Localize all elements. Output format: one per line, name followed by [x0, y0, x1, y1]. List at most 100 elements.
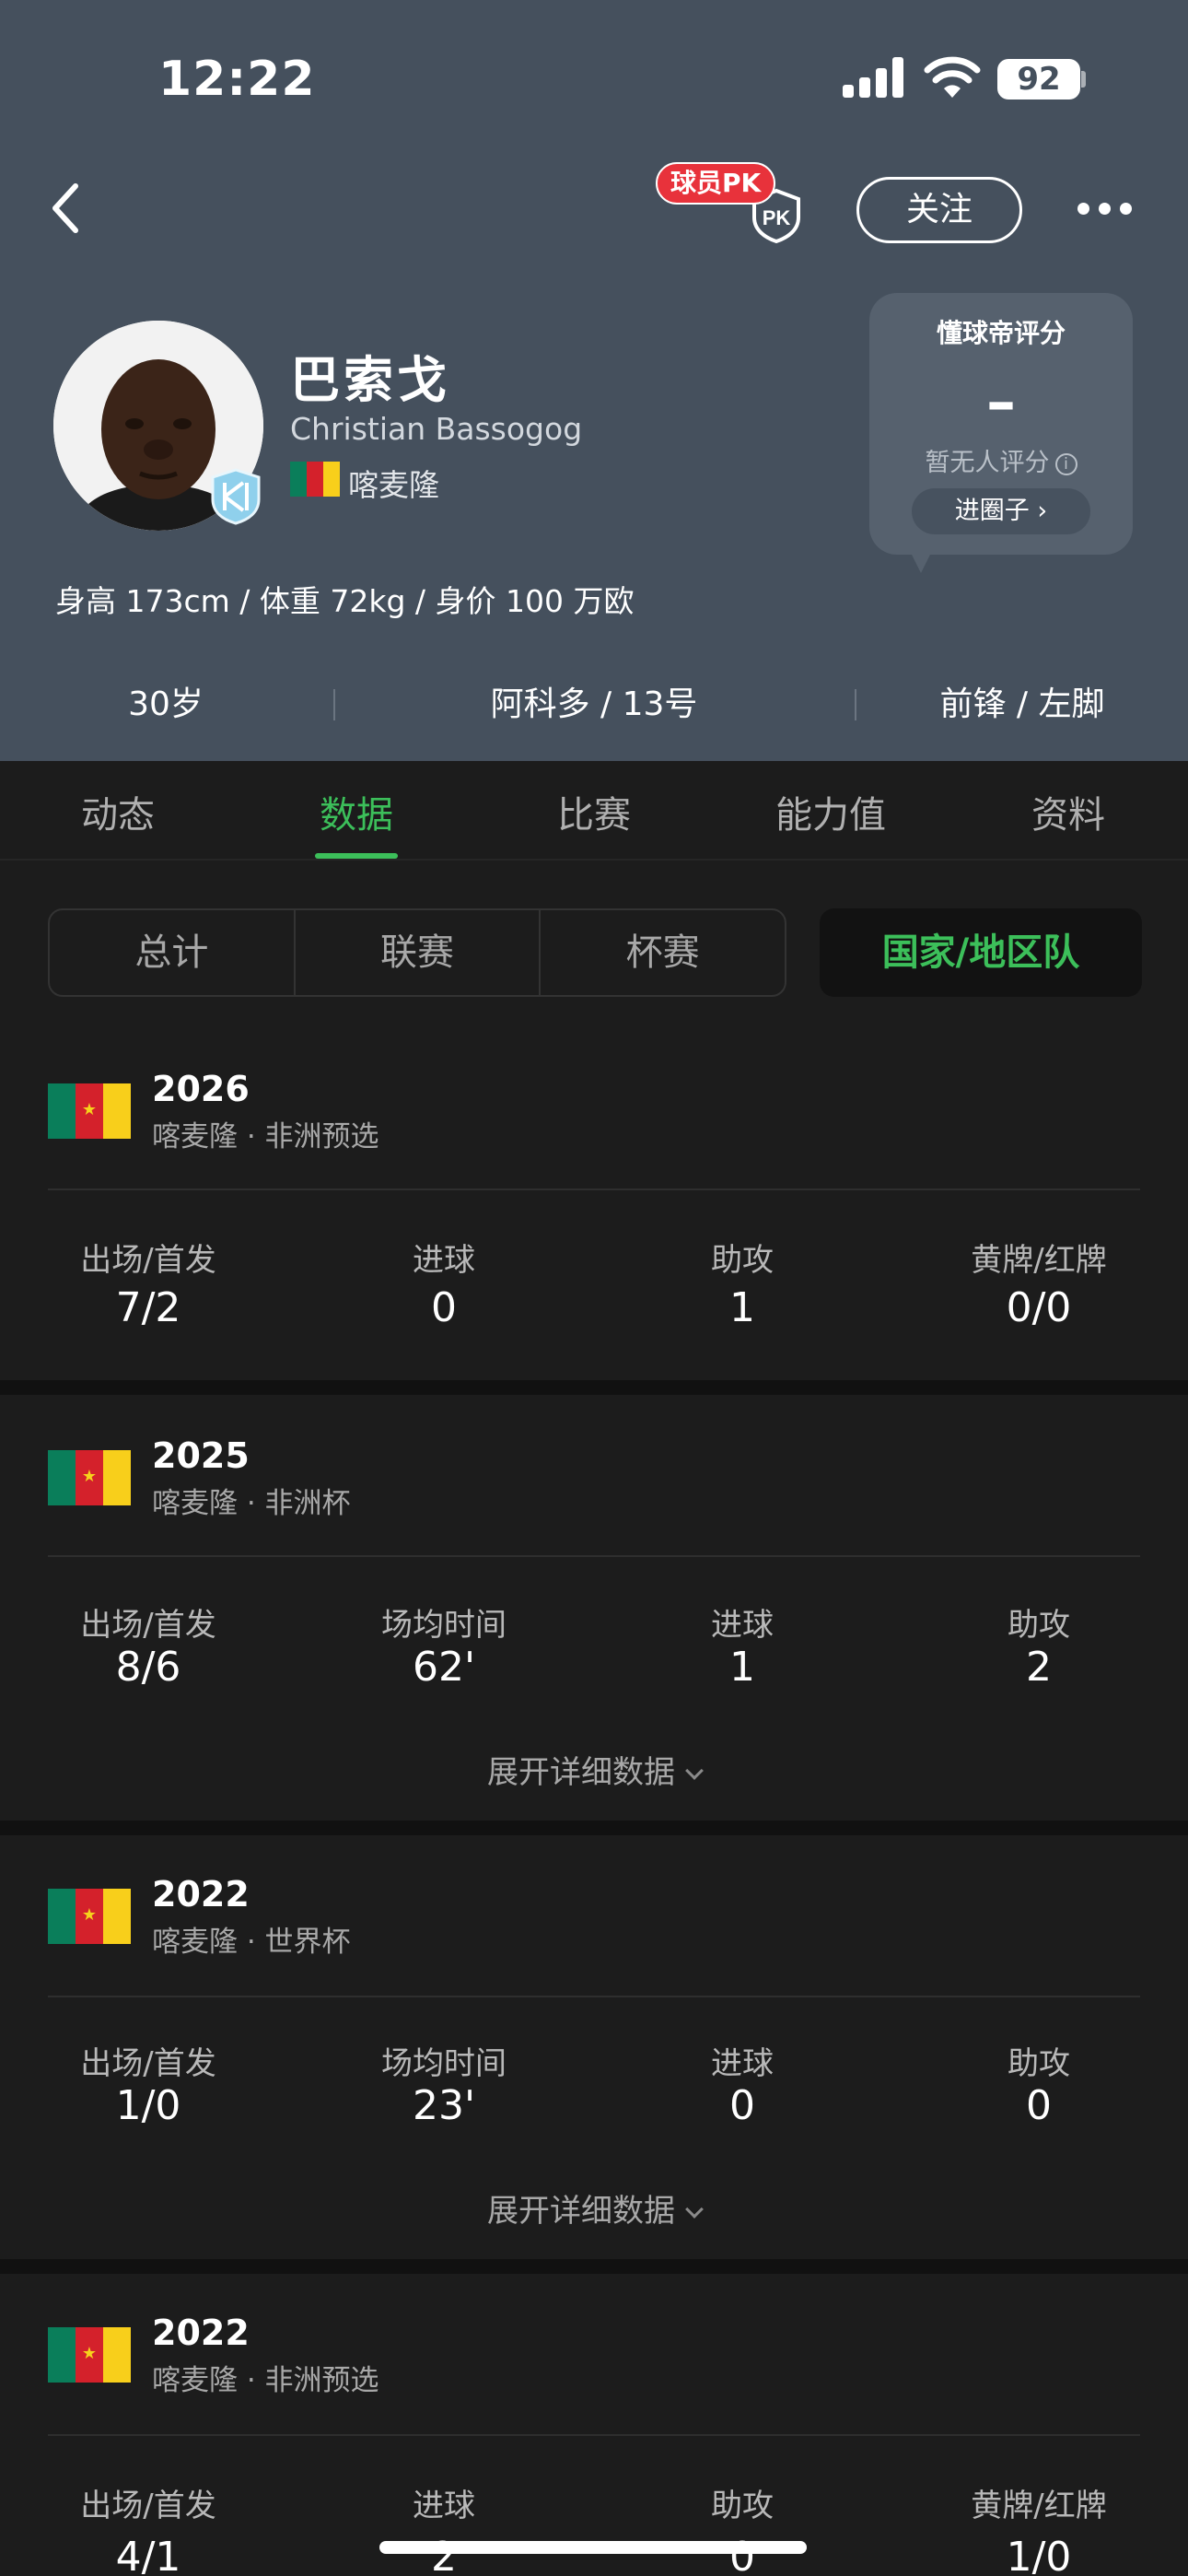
- info-icon[interactable]: i: [1054, 452, 1077, 475]
- card-gap: [0, 1380, 1188, 1395]
- info-separator: [333, 689, 335, 720]
- card-gap: [0, 1821, 1188, 1835]
- tab-ability[interactable]: 能力值: [739, 785, 923, 838]
- stat-value: 0: [431, 1284, 457, 1331]
- stat-label: 场均时间: [381, 1607, 507, 1644]
- tab-data[interactable]: 数据: [264, 785, 448, 838]
- stat-value: 8/6: [115, 1644, 181, 1691]
- rating-title: 懂球帝评分: [936, 318, 1066, 348]
- stat-value: 0: [1026, 2082, 1052, 2129]
- expand-details-button[interactable]: 展开详细数据: [0, 1747, 1188, 1792]
- card-divider: [48, 2434, 1140, 2436]
- cellular-signal-icon: [843, 57, 905, 98]
- battery-indicator: 92: [997, 59, 1080, 100]
- stat-value: 1/0: [1006, 2534, 1072, 2576]
- stat-value: 0: [729, 2082, 755, 2129]
- club-badge-icon: [211, 468, 261, 525]
- card-gap: [0, 2259, 1188, 2274]
- player-club-number[interactable]: 阿科多 / 13号: [424, 674, 764, 735]
- expand-details-button[interactable]: 展开详细数据: [0, 2185, 1188, 2231]
- player-name-en: Christian Bassogog: [290, 411, 583, 447]
- stat-label: 黄牌/红牌: [971, 2488, 1107, 2524]
- wifi-icon: [924, 56, 981, 98]
- cameroon-flag-icon: ★: [48, 2327, 131, 2383]
- season-competition: 喀麦隆 · 世界杯: [152, 1926, 351, 1959]
- chevron-down-icon: [685, 2200, 704, 2219]
- flag-star: ★: [81, 1467, 98, 1487]
- rating-card: 懂球帝评分 – 暂无人评分 i 进圈子 ›: [869, 293, 1133, 555]
- back-arrow-icon[interactable]: [41, 181, 96, 236]
- stat-label: 进球: [711, 2045, 774, 2082]
- stats-segment-control: 总计 联赛 杯赛: [48, 908, 786, 997]
- stat-label: 出场/首发: [80, 1242, 216, 1279]
- cameroon-flag-icon: ★: [48, 1450, 131, 1505]
- segment-total[interactable]: 总计: [50, 910, 296, 995]
- join-circle-button[interactable]: 进圈子 ›: [912, 488, 1090, 534]
- season-card: ★ 2022 喀麦隆 · 世界杯 出场/首发 1/0 场均时间 23' 进球 0…: [0, 1835, 1188, 2259]
- stat-value: 0: [729, 2534, 755, 2576]
- player-header: 12:22 92 PK 球员PK 关注 巴索戈 Christian Bassog…: [0, 0, 1188, 761]
- stat-label: 进球: [413, 1242, 475, 1279]
- stat-label: 黄牌/红牌: [971, 1242, 1107, 1279]
- stat-value: 0/0: [1006, 1284, 1072, 1331]
- season-year: 2026: [152, 1069, 250, 1109]
- rating-value: –: [986, 369, 1016, 437]
- rating-card-tail: [908, 547, 934, 573]
- season-card: ★ 2022 喀麦隆 · 非洲预选 出场/首发 4/1 进球 2 助攻 0 黄牌…: [0, 2274, 1188, 2576]
- stat-label: 助攻: [711, 1242, 774, 1279]
- player-bio: 身高 173cm / 体重 72kg / 身价 100 万欧: [55, 583, 635, 619]
- stat-label: 进球: [413, 2488, 475, 2524]
- segment-cup[interactable]: 杯赛: [541, 910, 785, 995]
- stat-label: 助攻: [711, 2488, 774, 2524]
- stat-label: 出场/首发: [80, 2488, 216, 2524]
- battery-tip: [1081, 71, 1086, 88]
- segment-national-team[interactable]: 国家/地区队: [820, 908, 1142, 997]
- card-divider: [48, 1555, 1140, 1557]
- profile-tabs: 动态 数据 比赛 能力值 资料: [0, 761, 1188, 861]
- flag-star: ★: [81, 1905, 98, 1926]
- player-nation: 喀麦隆: [348, 467, 439, 503]
- stat-value: 1/0: [115, 2082, 181, 2129]
- player-position-foot: 前锋 / 左脚: [939, 685, 1105, 723]
- pk-badge: 球员PK: [656, 162, 776, 205]
- cameroon-flag-icon: [290, 462, 340, 497]
- flag-star: ★: [81, 2344, 98, 2364]
- tab-matches[interactable]: 比赛: [502, 785, 686, 838]
- cameroon-flag-icon: ★: [48, 1889, 131, 1944]
- season-year: 2025: [152, 1435, 250, 1476]
- follow-button[interactable]: 关注: [856, 177, 1022, 243]
- stat-value: 1: [729, 1644, 755, 1691]
- cameroon-flag-icon: ★: [48, 1083, 131, 1139]
- season-year: 2022: [152, 1874, 250, 1914]
- stat-label: 助攻: [1007, 2045, 1070, 2082]
- player-name-cn: 巴索戈: [290, 351, 450, 409]
- season-card: ★ 2026 喀麦隆 · 非洲预选 出场/首发 7/2 进球 0 助攻 1 黄牌…: [0, 1025, 1188, 1380]
- stat-value: 2: [1026, 1644, 1052, 1691]
- player-age: 30岁: [128, 685, 204, 723]
- player-info-row: 30岁 阿科多 / 13号 前锋 / 左脚: [0, 674, 1188, 735]
- status-bar: 12:22 92: [0, 0, 1188, 157]
- stat-label: 场均时间: [381, 2045, 507, 2082]
- rating-note: 暂无人评分 i: [869, 442, 1133, 478]
- tab-feed[interactable]: 动态: [26, 785, 210, 838]
- player-pk-button[interactable]: PK 球员PK: [656, 158, 803, 243]
- stat-value: 7/2: [115, 1284, 181, 1331]
- season-competition: 喀麦隆 · 非洲预选: [152, 2364, 379, 2397]
- stat-value: 62': [412, 1644, 476, 1691]
- tab-profile[interactable]: 资料: [976, 785, 1160, 838]
- home-indicator[interactable]: [379, 2541, 807, 2554]
- rating-note-text: 暂无人评分: [925, 449, 1050, 477]
- stat-label: 进球: [711, 1607, 774, 1644]
- season-card: ★ 2025 喀麦隆 · 非洲杯 出场/首发 8/6 场均时间 62' 进球 1…: [0, 1395, 1188, 1821]
- status-time: 12:22: [158, 52, 316, 107]
- more-options-icon[interactable]: [1077, 203, 1133, 217]
- pk-shield-label: PK: [763, 206, 791, 229]
- chevron-down-icon: [685, 1762, 704, 1780]
- segment-league[interactable]: 联赛: [296, 910, 542, 995]
- stat-label: 出场/首发: [80, 1607, 216, 1644]
- card-divider: [48, 1996, 1140, 1997]
- season-year: 2022: [152, 2313, 250, 2353]
- stat-value: 4/1: [115, 2534, 181, 2576]
- flag-star: ★: [81, 1100, 98, 1120]
- tab-active-indicator: [315, 853, 398, 859]
